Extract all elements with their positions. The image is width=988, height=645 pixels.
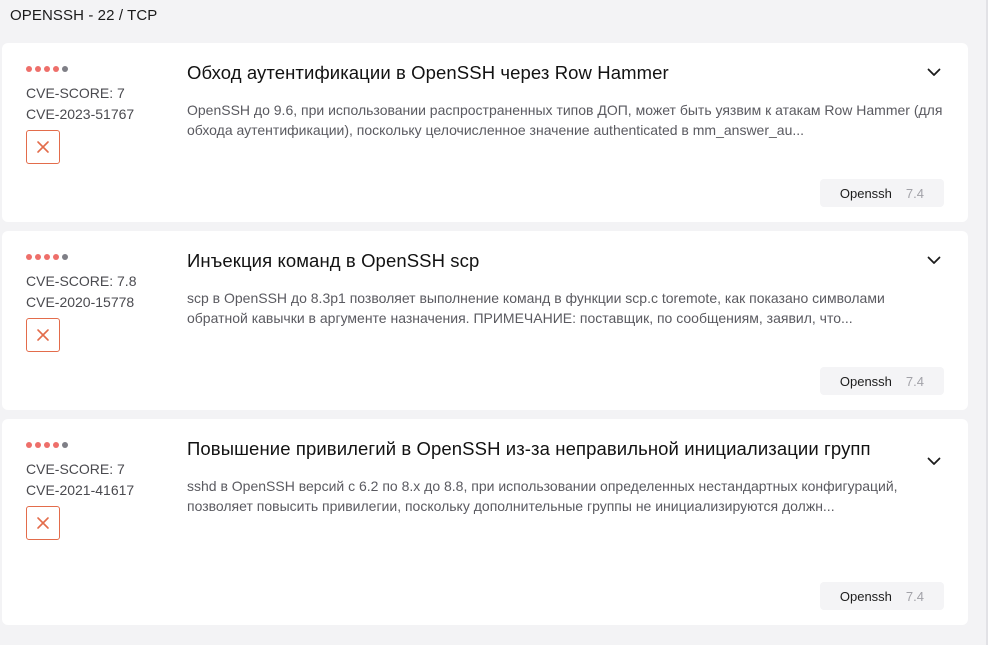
- close-icon: [37, 141, 49, 153]
- severity-dot: [26, 442, 32, 448]
- severity-dot: [35, 442, 41, 448]
- vulnerability-description: sshd в OpenSSH версий с 6.2 по 8.x до 8.…: [187, 478, 898, 514]
- chevron-down-icon[interactable]: [926, 453, 942, 469]
- severity-dot: [62, 66, 68, 72]
- severity-rating: [26, 65, 176, 73]
- product-name: Openssh: [839, 185, 892, 201]
- close-icon: [37, 329, 49, 341]
- severity-dot: [35, 66, 41, 72]
- vulnerability-title[interactable]: Повышение привилегий в OpenSSH из-за неп…: [187, 435, 907, 462]
- product-tag: Openssh 7.4: [819, 582, 944, 610]
- cve-id: CVE-2020-15778: [26, 294, 135, 310]
- severity-dot: [53, 442, 59, 448]
- card-meta: CVE-SCORE: 7.8 CVE-2020-15778: [26, 253, 176, 352]
- vulnerability-title[interactable]: Обход аутентификации в OpenSSH через Row…: [187, 59, 907, 86]
- severity-dot: [44, 442, 50, 448]
- vulnerability-description: OpenSSH до 9.6, при использовании распро…: [187, 102, 943, 138]
- product-score: 7.4: [905, 373, 924, 389]
- cve-id: CVE-2023-51767: [26, 106, 135, 122]
- severity-dot: [53, 254, 59, 260]
- product-name: Openssh: [839, 373, 892, 389]
- severity-dot: [26, 66, 32, 72]
- severity-dot: [35, 254, 41, 260]
- product-score: 7.4: [905, 185, 924, 201]
- cve-score: CVE-SCORE: 7: [26, 85, 125, 101]
- vulnerability-card[interactable]: CVE-SCORE: 7.8 CVE-2020-15778 Инъекция к…: [2, 231, 968, 410]
- card-meta: CVE-SCORE: 7 CVE-2023-51767: [26, 65, 176, 164]
- vulnerability-description: scp в OpenSSH до 8.3p1 позволяет выполне…: [187, 290, 885, 326]
- severity-dot: [62, 254, 68, 260]
- vulnerability-card[interactable]: CVE-SCORE: 7 CVE-2023-51767 Обход аутент…: [2, 43, 968, 222]
- card-body: Обход аутентификации в OpenSSH через Row…: [187, 59, 942, 140]
- severity-dot: [53, 66, 59, 72]
- product-name: Openssh: [839, 588, 892, 604]
- cve-score: CVE-SCORE: 7: [26, 461, 125, 477]
- section-title: OPENSSH - 22 / TCP: [10, 7, 158, 24]
- card-body: Повышение привилегий в OpenSSH из-за неп…: [187, 435, 907, 516]
- cve-id: CVE-2021-41617: [26, 482, 135, 498]
- severity-dot: [62, 442, 68, 448]
- product-score: 7.4: [905, 588, 924, 604]
- severity-rating: [26, 441, 176, 449]
- close-icon: [37, 517, 49, 529]
- dismiss-button[interactable]: [26, 130, 60, 164]
- severity-dot: [26, 254, 32, 260]
- chevron-down-icon[interactable]: [926, 64, 942, 80]
- card-body: Инъекция команд в OpenSSH scp scp в Open…: [187, 247, 907, 328]
- vulnerability-list: CVE-SCORE: 7 CVE-2023-51767 Обход аутент…: [2, 43, 968, 634]
- vulnerability-card[interactable]: CVE-SCORE: 7 CVE-2021-41617 Повышение пр…: [2, 419, 968, 625]
- dismiss-button[interactable]: [26, 506, 60, 540]
- cve-score: CVE-SCORE: 7.8: [26, 273, 137, 289]
- severity-rating: [26, 253, 176, 261]
- vulnerability-title[interactable]: Инъекция команд в OpenSSH scp: [187, 247, 907, 274]
- dismiss-button[interactable]: [26, 318, 60, 352]
- card-meta: CVE-SCORE: 7 CVE-2021-41617: [26, 441, 176, 540]
- severity-dot: [44, 66, 50, 72]
- severity-dot: [44, 254, 50, 260]
- product-tag: Openssh 7.4: [819, 179, 944, 207]
- chevron-down-icon[interactable]: [926, 252, 942, 268]
- product-tag: Openssh 7.4: [819, 367, 944, 395]
